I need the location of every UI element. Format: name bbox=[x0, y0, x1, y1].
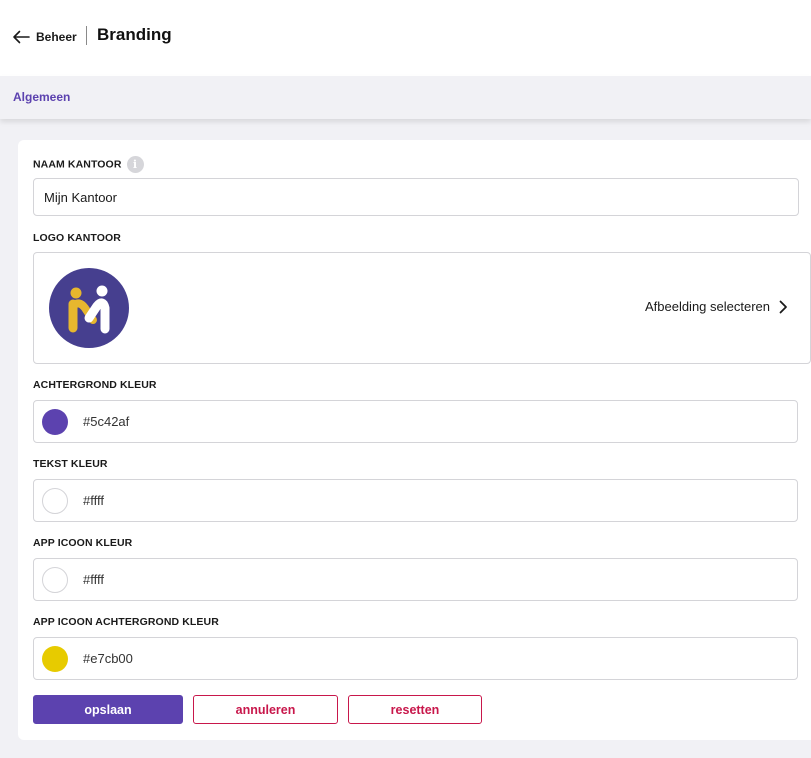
select-image-link[interactable]: Afbeelding selecteren bbox=[645, 299, 788, 314]
back-button[interactable]: Beheer bbox=[12, 27, 77, 47]
page-title: Branding bbox=[97, 25, 172, 44]
app-icon-background-color-label: APP ICOON ACHTERGROND KLEUR bbox=[33, 616, 219, 628]
info-icon[interactable]: i bbox=[126, 156, 144, 173]
reset-button[interactable]: resetten bbox=[348, 695, 482, 724]
select-image-label: Afbeelding selecteren bbox=[644, 299, 770, 314]
app-icon-color-field[interactable]: #ffff bbox=[33, 558, 798, 601]
app-icon-background-color-value: #e7cb00 bbox=[83, 651, 133, 666]
page-header: Beheer Branding bbox=[0, 0, 811, 76]
chevron-right-icon bbox=[779, 300, 787, 313]
background-color-field[interactable]: #5c42af bbox=[33, 400, 798, 443]
office-logo bbox=[49, 268, 129, 348]
app-icon-color-swatch[interactable] bbox=[42, 567, 68, 593]
tab-bar: Algemeen bbox=[0, 76, 811, 119]
logo-picker[interactable]: Afbeelding selecteren bbox=[33, 252, 811, 364]
app-icon-color-value: #ffff bbox=[83, 572, 104, 587]
background-color-label: ACHTERGROND KLEUR bbox=[33, 379, 157, 391]
app-icon-background-color-swatch[interactable] bbox=[42, 646, 68, 672]
app-icon-color-label: APP ICOON KLEUR bbox=[33, 537, 133, 549]
text-color-value: #ffff bbox=[83, 493, 104, 508]
text-color-field[interactable]: #ffff bbox=[33, 479, 798, 522]
text-color-swatch[interactable] bbox=[42, 488, 68, 514]
app-icon-background-color-field[interactable]: #e7cb00 bbox=[33, 637, 798, 680]
cancel-button[interactable]: annuleren bbox=[193, 695, 338, 724]
back-label: Beheer bbox=[36, 30, 77, 44]
tab-algemeen[interactable]: Algemeen bbox=[13, 90, 70, 104]
save-button[interactable]: opslaan bbox=[33, 695, 183, 724]
header-divider bbox=[86, 26, 87, 45]
logo-image bbox=[68, 285, 110, 334]
branding-form: NAAM KANTOORi LOGO KANTOOR Afbeelding se… bbox=[18, 140, 811, 740]
text-color-label: TEKST KLEUR bbox=[33, 458, 108, 470]
arrow-left-icon bbox=[13, 30, 30, 44]
background-color-value: #5c42af bbox=[83, 414, 130, 429]
office-logo-label: LOGO KANTOOR bbox=[33, 232, 121, 244]
office-name-input[interactable] bbox=[33, 178, 799, 216]
office-name-label: NAAM KANTOOR i bbox=[33, 156, 144, 173]
background-color-swatch[interactable] bbox=[42, 409, 68, 435]
